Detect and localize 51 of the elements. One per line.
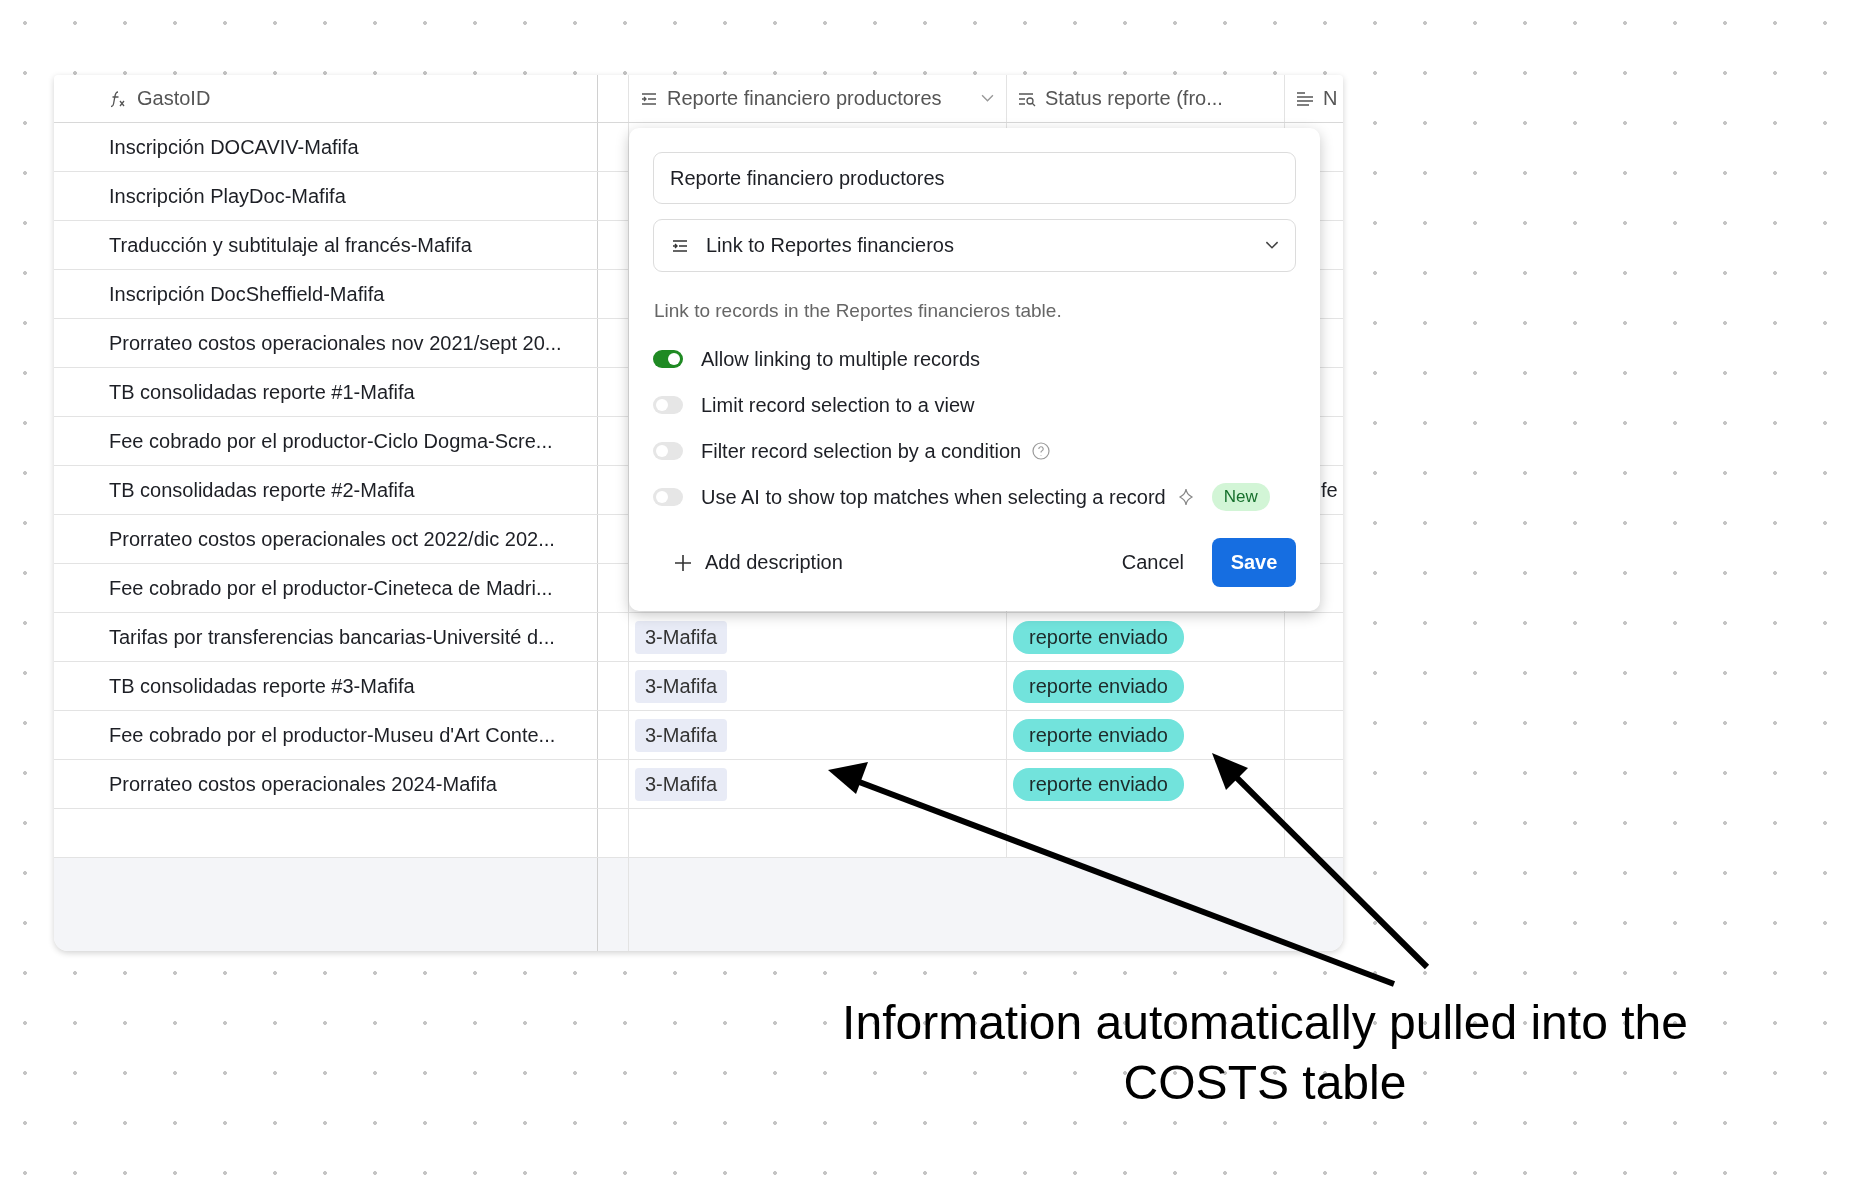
- column-title: GastoID: [137, 87, 211, 110]
- column-header[interactable]: Reporte financiero productores: [629, 75, 1007, 122]
- table-cell: Fee cobrado por el productor-Cineteca de Madri...: [109, 576, 553, 600]
- column-title: N: [1323, 87, 1338, 110]
- status-pill: reporte enviado: [1013, 718, 1184, 752]
- column-title: Reporte financiero productores: [667, 87, 942, 110]
- chevron-icon[interactable]: [981, 94, 994, 103]
- option-label: Allow linking to multiple records: [701, 347, 980, 371]
- chevron-icon: [1265, 241, 1279, 250]
- status-pill: reporte enviado: [1013, 767, 1184, 801]
- plus-icon: [673, 552, 693, 573]
- table-cell: Inscripción DocSheffield-Mafifa: [109, 282, 385, 306]
- field-type-dropdown[interactable]: Link to Reportes financieros: [653, 219, 1296, 272]
- column-header[interactable]: GastoID: [54, 75, 598, 122]
- save-button[interactable]: Save: [1212, 538, 1296, 587]
- linked-record-chip[interactable]: 3-Mafifa: [635, 669, 728, 703]
- column-title: Status reporte (fro...: [1045, 87, 1223, 110]
- table-cell: TB consolidadas reporte #1-Mafifa: [109, 380, 415, 404]
- status-pill: reporte enviado: [1013, 620, 1184, 654]
- table-cell: Inscripción PlayDoc-Mafifa: [109, 184, 346, 208]
- linked-record-chip[interactable]: 3-Mafifa: [635, 718, 728, 752]
- toggle-switch[interactable]: [653, 488, 683, 506]
- table-cell: Fee cobrado por el productor-Museu d'Art Conte...: [109, 723, 556, 747]
- field-name-input[interactable]: Reporte financiero productores: [653, 152, 1296, 204]
- linked-record-chip[interactable]: 3-Mafifa: [635, 620, 728, 654]
- table-cell: Prorrateo costos operacionales nov 2021/sept 20...: [109, 331, 562, 355]
- table-cell: TB consolidadas reporte #3-Mafifa: [109, 674, 415, 698]
- new-badge: New: [1211, 483, 1270, 511]
- status-pill: reporte enviado: [1013, 669, 1184, 703]
- table-cell: Prorrateo costos operacionales 2024-Mafifa: [109, 772, 497, 796]
- option-label: Use AI to show top matches when selecting a record: [701, 485, 1166, 509]
- table-cell: Inscripción DOCAVIV-Mafifa: [109, 135, 359, 159]
- column-header[interactable]: Status reporte (fro...: [1007, 75, 1285, 122]
- table-cell: Traducción y subtitulaje al francés-Mafifa: [109, 233, 472, 257]
- cancel-button[interactable]: Cancel: [1111, 543, 1194, 582]
- annotation-text: Information automatically pulled into the COSTS table: [841, 995, 1689, 1111]
- toggle-switch[interactable]: [653, 396, 683, 414]
- table-cell: Tarifas por transferencias bancarias-Université d...: [109, 625, 555, 649]
- toggle-switch[interactable]: [653, 350, 683, 368]
- toggle-switch[interactable]: [653, 442, 683, 460]
- option-label: Filter record selection by a condition: [701, 439, 1022, 463]
- table-cell: Prorrateo costos operacionales oct 2022/dic 202...: [109, 527, 555, 551]
- column-header[interactable]: N: [1285, 75, 1343, 122]
- linked-record-chip[interactable]: 3-Mafifa: [635, 767, 728, 801]
- table-cell: fe: [1321, 478, 1338, 502]
- table-cell: TB consolidadas reporte #2-Mafifa: [109, 478, 415, 502]
- option-label: Limit record selection to a view: [701, 393, 975, 417]
- table-cell: Fee cobrado por el productor-Ciclo Dogma-Scre...: [109, 429, 553, 453]
- help-icon[interactable]: [1031, 441, 1052, 461]
- field-type-description: Link to records in the Reportes financieros table.: [654, 300, 1063, 322]
- add-description-button[interactable]: Add description: [653, 543, 851, 582]
